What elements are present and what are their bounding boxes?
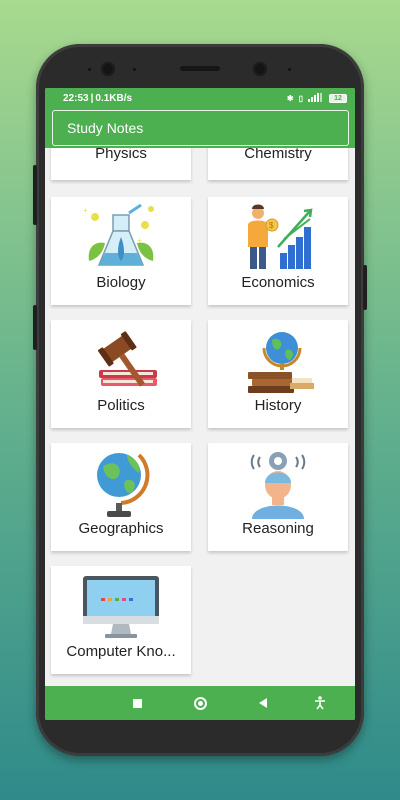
signal-icon [308,92,324,104]
app-bar: Study Notes [45,108,355,148]
svg-text:$: $ [269,221,274,230]
app-title-box: Study Notes [52,110,349,146]
subject-label: Politics [97,397,145,414]
subject-label: Reasoning [242,520,314,537]
sensor-dot [88,68,91,71]
subject-card-biology[interactable]: + + Biology [51,197,191,305]
svg-text:+: + [83,206,88,215]
stop-icon[interactable] [129,695,145,711]
system-nav-bar [45,686,355,720]
subject-card-economics[interactable]: $ Economics [208,197,348,305]
status-time: 22:53 [63,92,89,104]
sensor [253,62,267,76]
battery-icon: 12 [329,93,347,103]
subject-label: Biology [96,274,146,291]
economics-growth-icon: $ [238,203,318,273]
subject-label: History [254,397,302,414]
vibrate-icon: ▯ [298,93,303,103]
app-title: Study Notes [67,120,144,136]
subject-label: Chemistry [244,148,312,162]
subject-card-physics[interactable]: Physics [51,148,191,180]
subject-card-history[interactable]: History [208,320,348,428]
gavel-books-icon [81,326,161,396]
accessibility-icon[interactable] [312,695,328,711]
power-button [33,165,37,225]
side-button-right [363,265,367,310]
monitor-icon [81,572,161,642]
sensor-dot [288,68,291,71]
globe-books-icon [238,326,318,396]
status-speed: 0.1KB/s [95,92,133,104]
bluetooth-icon: ✱ [286,93,294,103]
desk-globe-icon [81,449,161,519]
thinking-person-icon [238,449,318,519]
screen: 22:53 | 0.1KB/s ✱ ▯ 12 Study Notes Physi… [45,88,355,720]
front-camera [101,62,115,76]
subject-label: Economics [241,274,315,291]
volume-button [33,305,37,350]
back-icon[interactable] [255,695,271,711]
status-bar: 22:53 | 0.1KB/s ✱ ▯ 12 [45,88,355,108]
earpiece-speaker [180,66,220,71]
subject-label: Geographics [78,520,164,537]
subject-grid[interactable]: Physics Chemistry + + Biology $ Economic… [45,148,355,686]
subject-label: Physics [95,148,147,162]
subject-card-computer-knowledge[interactable]: Computer Kno... [51,566,191,674]
subject-card-politics[interactable]: Politics [51,320,191,428]
sensor-dot [133,68,136,71]
home-icon[interactable] [192,695,208,711]
biology-flask-icon: + + [81,203,161,273]
status-separator: | [90,92,94,104]
subject-card-reasoning[interactable]: Reasoning [208,443,348,551]
subject-card-chemistry[interactable]: Chemistry [208,148,348,180]
subject-card-geographics[interactable]: Geographics [51,443,191,551]
status-icons: ✱ ▯ 12 [286,92,347,104]
subject-label: Computer Kno... [66,643,176,660]
svg-text:+: + [137,236,142,245]
